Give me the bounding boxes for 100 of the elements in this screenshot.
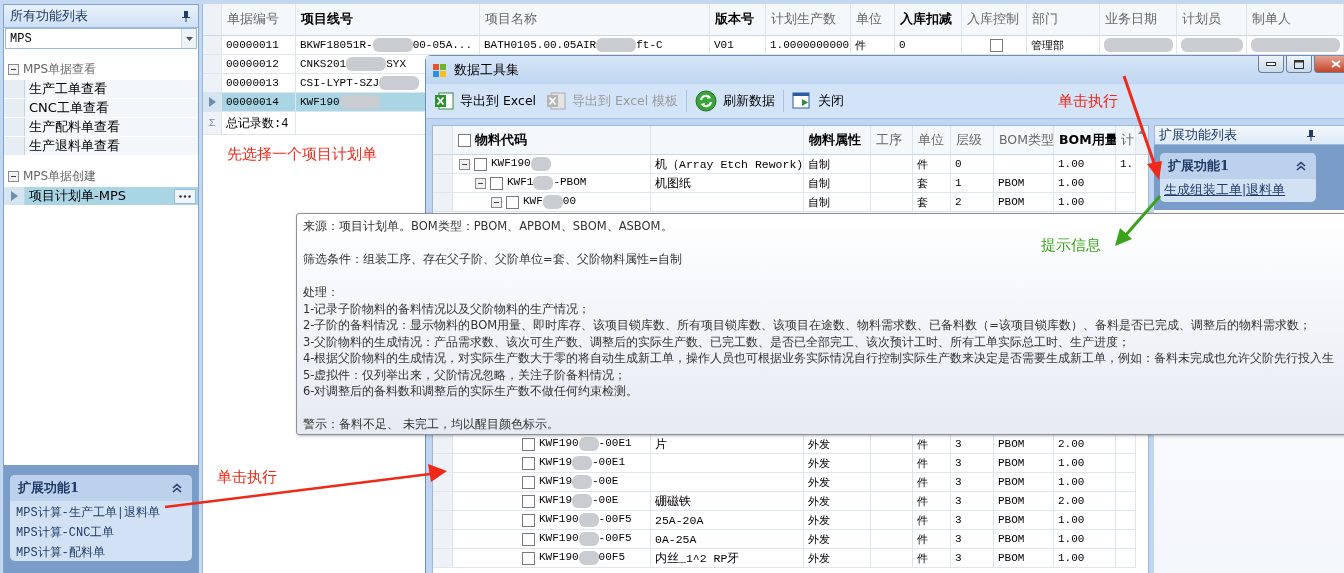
- column-header[interactable]: 计划生产数: [766, 4, 851, 36]
- table-cell: 00000012: [222, 55, 296, 74]
- tooltip-line: 6-对调整后的备料数和调整后的实际生产数不做任何约束检测。: [303, 383, 639, 400]
- table-cell: 外发: [804, 549, 871, 568]
- column-header[interactable]: 单位: [851, 4, 895, 36]
- checkbox[interactable]: [522, 456, 535, 470]
- column-header[interactable]: 入库扣减: [895, 4, 962, 36]
- checkbox[interactable]: [522, 437, 535, 451]
- checkbox[interactable]: [522, 513, 535, 527]
- redaction-block: [572, 494, 592, 508]
- column-header[interactable]: 部门: [1027, 4, 1100, 36]
- tooltip-line: 来源：项目计划单。BOM类型：PBOM、APBOM、SBOM、ASBOM。: [303, 218, 673, 235]
- spreadsheet-icon: [434, 91, 454, 111]
- column-header[interactable]: 业务日期: [1100, 4, 1177, 36]
- collapse-icon[interactable]: [475, 177, 486, 189]
- empty-cell: [871, 454, 913, 473]
- checkbox[interactable]: [522, 494, 535, 508]
- checkbox[interactable]: [506, 195, 519, 209]
- nav-item[interactable]: 生产退料单查看: [4, 137, 198, 156]
- toolbar-button[interactable]: 关闭: [790, 91, 847, 111]
- group-header: MPS单据查看: [23, 61, 97, 78]
- collapse-icon[interactable]: [8, 64, 19, 75]
- nav-item[interactable]: 项目计划单-MPS: [4, 187, 198, 206]
- table-cell: 内丝_1^2 RP牙: [651, 549, 804, 568]
- exit-icon: [792, 91, 813, 111]
- column-header[interactable]: 层级: [951, 126, 994, 155]
- pin-icon[interactable]: [182, 10, 190, 22]
- material-code: KWF190 00F5: [539, 551, 625, 565]
- collapse-icon[interactable]: [459, 158, 470, 170]
- collapse-chevron-icon[interactable]: [1296, 161, 1306, 171]
- table-cell: 件: [913, 473, 951, 492]
- more-button[interactable]: [174, 188, 196, 204]
- redaction-block: [372, 38, 413, 52]
- column-header[interactable]: 计: [1116, 126, 1136, 155]
- table-cell: 1.00: [1054, 473, 1116, 492]
- row-selector[interactable]: [203, 93, 222, 112]
- checkbox[interactable]: [458, 133, 471, 147]
- checkbox[interactable]: [490, 176, 503, 190]
- redaction-block: [572, 456, 592, 470]
- collapse-chevron-icon[interactable]: [172, 483, 182, 493]
- checkbox[interactable]: [522, 532, 535, 546]
- column-header[interactable]: 物料属性: [804, 126, 871, 155]
- redaction-block: [578, 551, 599, 565]
- empty-cell: [871, 549, 913, 568]
- column-header[interactable]: 计划员: [1177, 4, 1247, 36]
- column-header[interactable]: 制单人: [1247, 4, 1344, 36]
- material-code: KWF19 -00E: [539, 475, 619, 489]
- column-header[interactable]: 物料代码: [453, 126, 651, 155]
- function-link[interactable]: MPS计算-CNC工单: [16, 525, 188, 542]
- redaction-block: [578, 532, 599, 546]
- sum-symbol: Σ: [203, 112, 222, 135]
- nav-item[interactable]: 生产配料单查看: [4, 118, 198, 137]
- maximize-button[interactable]: [1286, 56, 1312, 73]
- table-cell: 00000011: [222, 36, 296, 55]
- redaction-block: [578, 513, 599, 527]
- table-cell: 件: [913, 511, 951, 530]
- column-header[interactable]: BOM用量: [1054, 126, 1116, 155]
- redaction-block: [542, 195, 563, 209]
- toolbar-button[interactable]: 刷新数据: [693, 90, 778, 112]
- column-header[interactable]: 项目线号: [296, 4, 480, 36]
- table-cell: 1.00: [1054, 511, 1116, 530]
- column-header[interactable]: 项目名称: [480, 4, 710, 36]
- collapse-icon[interactable]: [491, 196, 502, 208]
- material-code: KWF190 -00F5: [539, 532, 632, 546]
- table-cell: 25A-20A: [651, 511, 804, 530]
- collapse-icon[interactable]: [8, 171, 19, 182]
- function-link[interactable]: MPS计算-生产工单|退料单: [16, 505, 188, 522]
- table-cell: 机图纸: [651, 174, 804, 193]
- scroll-up-icon: [1138, 129, 1146, 134]
- function-link[interactable]: 生成组装工单|退料单: [1160, 179, 1316, 202]
- redaction-block: [530, 157, 551, 171]
- table-cell: 3: [951, 492, 994, 511]
- column-header[interactable]: 单位: [913, 126, 951, 155]
- checkbox[interactable]: [522, 475, 535, 489]
- refresh-icon: [695, 90, 718, 112]
- redaction-block: [379, 76, 420, 90]
- row-pointer-icon: [208, 97, 216, 107]
- nav-item[interactable]: 生产工单查看: [4, 80, 198, 99]
- checkbox[interactable]: [989, 38, 1003, 52]
- table-cell: 1.00: [1054, 530, 1116, 549]
- checkbox[interactable]: [474, 157, 487, 171]
- nav-item[interactable]: CNC工单查看: [4, 99, 198, 118]
- redaction-block: [339, 95, 380, 109]
- column-header[interactable]: 入库控制: [962, 4, 1027, 36]
- material-code: KWF19 -00E1: [539, 456, 626, 470]
- table-cell: 3: [951, 511, 994, 530]
- checkbox[interactable]: [522, 551, 535, 565]
- ellipsis-icon: [179, 194, 191, 198]
- module-dropdown[interactable]: MPS: [5, 28, 197, 49]
- table-cell: PBOM: [994, 193, 1054, 212]
- table-cell: PBOM: [994, 492, 1054, 511]
- column-header[interactable]: 版本号: [710, 4, 766, 36]
- function-link[interactable]: MPS计算-配料单: [16, 545, 188, 561]
- table-cell: 1.00: [1054, 454, 1116, 473]
- column-header[interactable]: BOM类型: [994, 126, 1054, 155]
- maximize-icon: [1294, 59, 1304, 69]
- column-header[interactable]: 工序: [871, 126, 913, 155]
- pin-icon[interactable]: [1307, 129, 1315, 141]
- column-header[interactable]: 单据编号: [222, 4, 296, 36]
- minimize-button[interactable]: [1258, 56, 1284, 73]
